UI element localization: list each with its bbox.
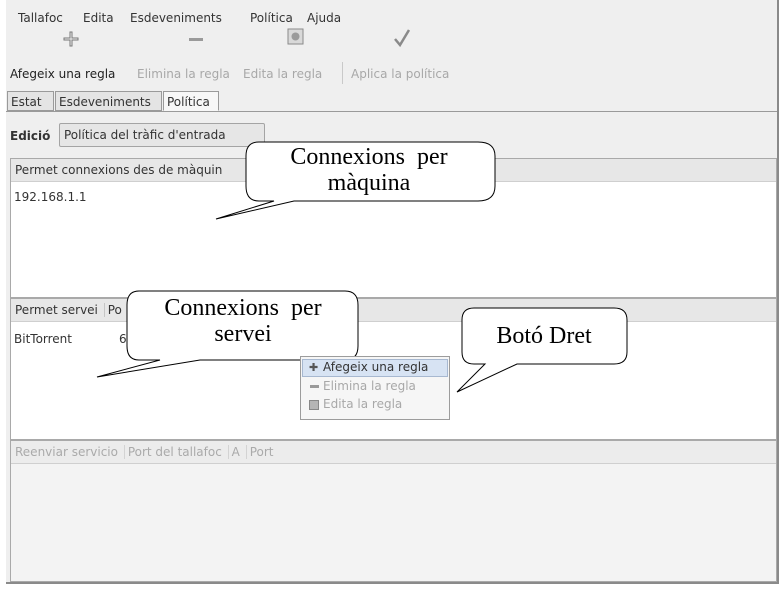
host-callout-line2: màquina [327, 170, 411, 196]
service-callout-text: Connexions per servei [138, 295, 348, 347]
context-menu: ✚ Afegeix una regla Elimina la regla Edi… [300, 356, 450, 420]
host-callout-text: Connexions per màquina [262, 144, 476, 196]
callout-shapes [96, 141, 628, 393]
plus-icon: ✚ [309, 361, 319, 374]
context-menu-edit-label: Edita la regla [323, 397, 403, 411]
service-callout-line1: Connexions per [164, 295, 322, 321]
context-menu-remove-label: Elimina la regla [323, 379, 416, 393]
host-callout-line1: Connexions per [290, 144, 448, 170]
context-menu-add-label: Afegeix una regla [323, 360, 429, 374]
minus-icon [310, 385, 319, 388]
edit-document-icon [309, 400, 319, 410]
right-click-callout-bubble [456, 307, 628, 393]
right-click-callout-text: Botó Dret [496, 323, 592, 349]
service-callout-line2: servei [214, 321, 272, 347]
